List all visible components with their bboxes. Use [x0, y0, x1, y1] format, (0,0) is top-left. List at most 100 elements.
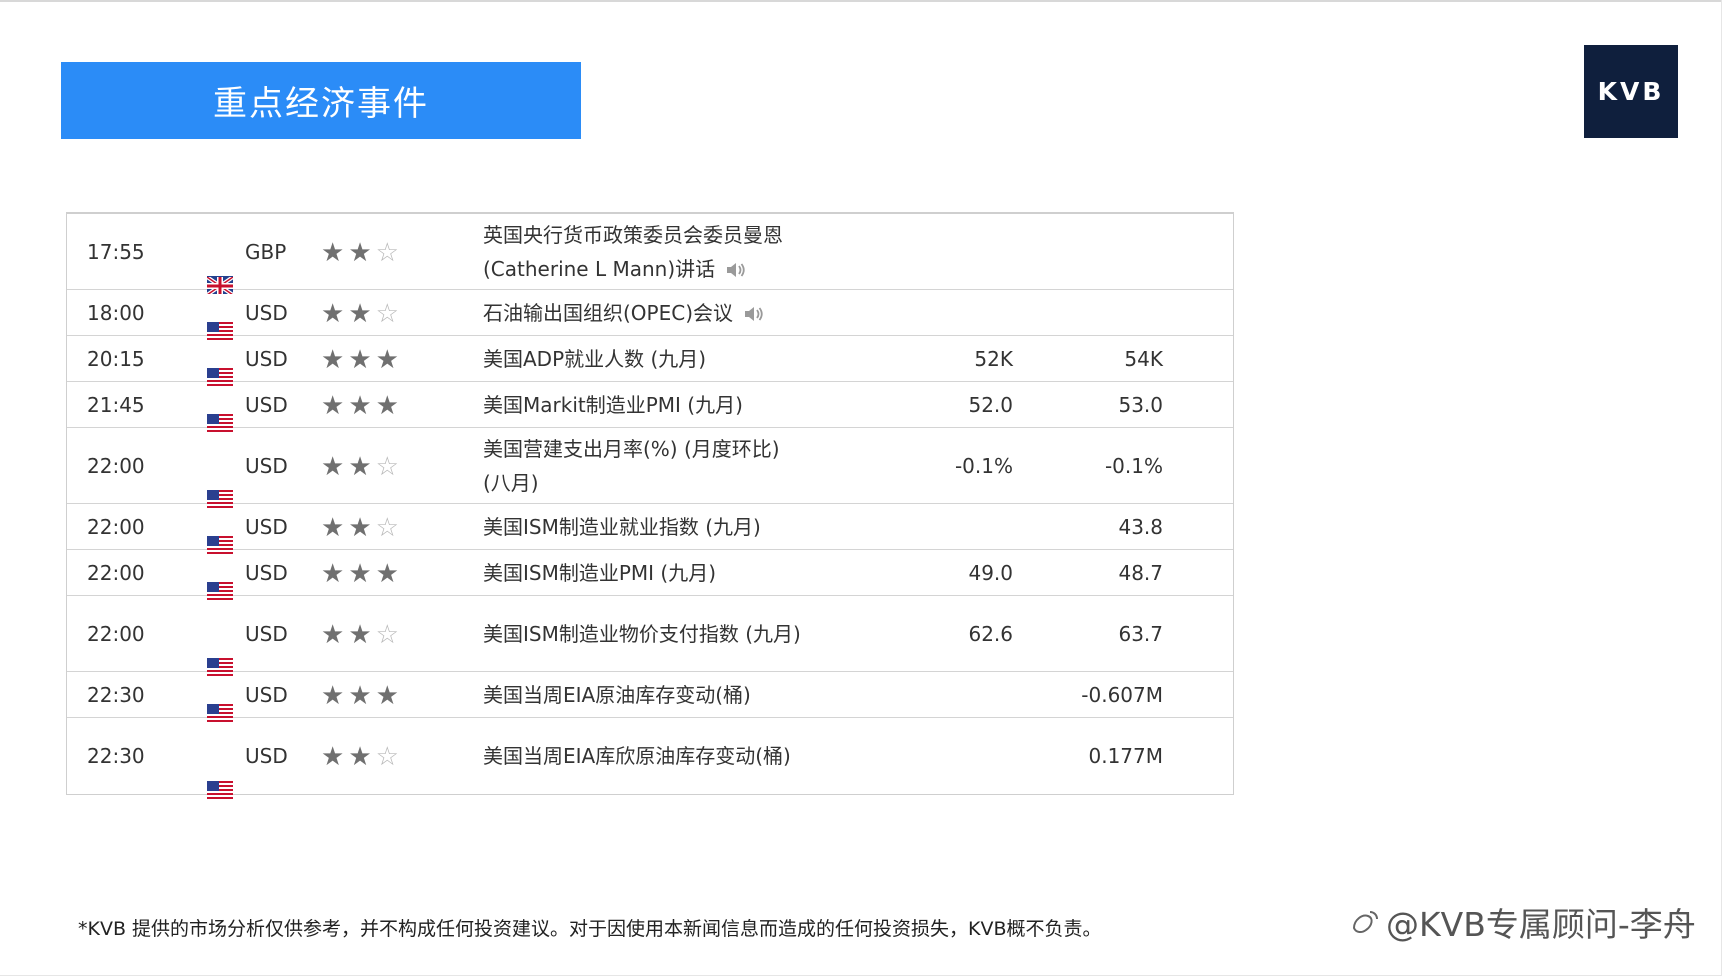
event-row: 22:00 USD ★ ★ ☆ 美国营建支出月率(%) (月度环比) (八月) -0.1% -… — [67, 428, 1233, 508]
importance-stars: ★ ★ ★ — [321, 393, 399, 419]
event-currency: USD — [245, 560, 288, 585]
star-empty-icon: ☆ — [375, 451, 399, 482]
event-time: 18:00 — [87, 300, 145, 325]
event-row: 22:30 USD ★ ★ ☆ 美国当周EIA库欣原油库存变动(桶) 0.177M — [67, 718, 1233, 799]
star-filled-icon: ★ — [321, 680, 345, 711]
event-previous: 49.0 — [968, 560, 1013, 585]
event-name-text: 美国ADP就业人数 (九月) — [483, 346, 707, 371]
speaker-icon[interactable] — [725, 261, 747, 279]
event-time: 22:00 — [87, 621, 145, 646]
event-row: 20:15 USD ★ ★ ★ 美国ADP就业人数 (九月) 52K 54K — [67, 336, 1233, 386]
event-row: 22:30 USD ★ ★ ★ 美国当周EIA原油库存变动(桶) -0.607M — [67, 672, 1233, 722]
event-time: 17:55 — [87, 239, 145, 264]
event-name: 美国当周EIA原油库存变动(桶) — [483, 678, 803, 712]
event-forecast: -0.1% — [1104, 453, 1163, 478]
star-filled-icon: ★ — [321, 451, 345, 482]
watermark-text: @KVB专属顾问-李舟 — [1386, 905, 1696, 944]
event-name-text: 美国当周EIA库欣原油库存变动(桶) — [483, 744, 791, 768]
star-filled-icon: ★ — [348, 390, 372, 421]
event-previous: 52.0 — [968, 392, 1013, 417]
event-currency: USD — [245, 682, 288, 707]
event-currency: USD — [245, 514, 288, 539]
star-filled-icon: ★ — [375, 680, 399, 711]
event-name-text: 美国ISM制造业物价支付指数 (九月) — [483, 621, 801, 646]
importance-stars: ★ ★ ★ — [321, 683, 399, 709]
star-filled-icon: ★ — [321, 619, 345, 650]
event-row: 18:00 USD ★ ★ ☆ 石油输出国组织(OPEC)会议 — [67, 290, 1233, 340]
event-name-text: 石油输出国组织(OPEC)会议 — [483, 300, 734, 325]
event-name-text: 美国Markit制造业PMI (九月) — [483, 392, 743, 417]
kvb-logo: KVB — [1584, 45, 1678, 138]
star-filled-icon: ★ — [321, 344, 345, 375]
event-currency: USD — [245, 392, 288, 417]
event-name: 美国ADP就业人数 (九月) — [483, 342, 803, 376]
star-filled-icon: ★ — [348, 298, 372, 329]
star-filled-icon: ★ — [348, 742, 372, 772]
event-forecast: 0.177M — [1088, 744, 1163, 768]
event-name-text: 美国ISM制造业PMI (九月) — [483, 560, 717, 585]
importance-stars: ★ ★ ★ — [321, 347, 399, 373]
star-empty-icon: ☆ — [375, 619, 399, 650]
event-forecast: 43.8 — [1118, 514, 1163, 539]
event-currency: GBP — [245, 239, 287, 264]
star-filled-icon: ★ — [321, 558, 345, 589]
star-filled-icon: ★ — [348, 237, 372, 268]
event-time: 22:30 — [87, 744, 145, 768]
star-filled-icon: ★ — [321, 237, 345, 268]
section-title: 重点经济事件 — [213, 84, 429, 124]
section-title-banner: 重点经济事件 — [61, 62, 581, 139]
event-previous: 52K — [974, 346, 1013, 371]
speaker-icon[interactable] — [743, 305, 765, 323]
event-forecast: 54K — [1124, 346, 1163, 371]
event-currency: USD — [245, 453, 288, 478]
event-name: 美国ISM制造业PMI (九月) — [483, 556, 803, 590]
star-empty-icon: ☆ — [375, 512, 399, 543]
star-filled-icon: ★ — [348, 512, 372, 543]
event-name: 英国央行货币政策委员会委员曼恩(Catherine L Mann)讲话 — [483, 218, 803, 286]
star-filled-icon: ★ — [375, 344, 399, 375]
event-time: 22:30 — [87, 682, 145, 707]
event-row: 21:45 USD ★ ★ ★ 美国Markit制造业PMI (九月) 52.0 53.0 — [67, 382, 1233, 432]
importance-stars: ★ ★ ★ — [321, 561, 399, 587]
event-time: 21:45 — [87, 392, 145, 417]
star-empty-icon: ☆ — [375, 237, 399, 268]
event-forecast: 63.7 — [1118, 621, 1163, 646]
star-filled-icon: ★ — [375, 390, 399, 421]
event-currency: USD — [245, 744, 288, 768]
star-empty-icon: ☆ — [375, 742, 399, 772]
star-filled-icon: ★ — [348, 451, 372, 482]
importance-stars: ★ ★ ☆ — [321, 301, 399, 327]
star-filled-icon: ★ — [321, 512, 345, 543]
event-row: 22:00 USD ★ ★ ☆ 美国ISM制造业物价支付指数 (九月) 62.6 63.7 — [67, 596, 1233, 676]
event-name-text: 美国当周EIA原油库存变动(桶) — [483, 682, 751, 707]
star-empty-icon: ☆ — [375, 298, 399, 329]
importance-stars: ★ ★ ☆ — [321, 240, 399, 266]
event-previous: 62.6 — [968, 621, 1013, 646]
importance-stars: ★ ★ ☆ — [321, 622, 399, 648]
event-forecast: 48.7 — [1118, 560, 1163, 585]
event-currency: USD — [245, 621, 288, 646]
event-time: 22:00 — [87, 560, 145, 585]
economic-events-table: 17:55 GBP ★ ★ ☆ 英国央行货币政策委员会委员曼恩(Catherine L M… — [66, 212, 1234, 799]
logo-text: KVB — [1597, 77, 1665, 106]
event-previous: -0.1% — [954, 453, 1013, 478]
event-currency: USD — [245, 300, 288, 325]
event-forecast: -0.607M — [1081, 682, 1163, 707]
star-filled-icon: ★ — [321, 298, 345, 329]
star-filled-icon: ★ — [348, 558, 372, 589]
event-time: 22:00 — [87, 453, 145, 478]
importance-stars: ★ ★ ☆ — [321, 744, 399, 770]
event-row: 17:55 GBP ★ ★ ☆ 英国央行货币政策委员会委员曼恩(Catherine L M… — [67, 214, 1233, 294]
event-name-text: 美国营建支出月率(%) (月度环比) (八月) — [483, 436, 780, 495]
star-filled-icon: ★ — [348, 344, 372, 375]
event-currency: USD — [245, 346, 288, 371]
event-time: 20:15 — [87, 346, 145, 371]
star-filled-icon: ★ — [321, 390, 345, 421]
event-name: 美国ISM制造业就业指数 (九月) — [483, 510, 803, 544]
event-name: 美国营建支出月率(%) (月度环比) (八月) — [483, 432, 803, 500]
event-time: 22:00 — [87, 514, 145, 539]
star-filled-icon: ★ — [321, 742, 345, 772]
us-flag-icon — [207, 781, 233, 799]
event-name: 美国当周EIA库欣原油库存变动(桶) — [483, 739, 803, 773]
event-forecast: 53.0 — [1118, 392, 1163, 417]
